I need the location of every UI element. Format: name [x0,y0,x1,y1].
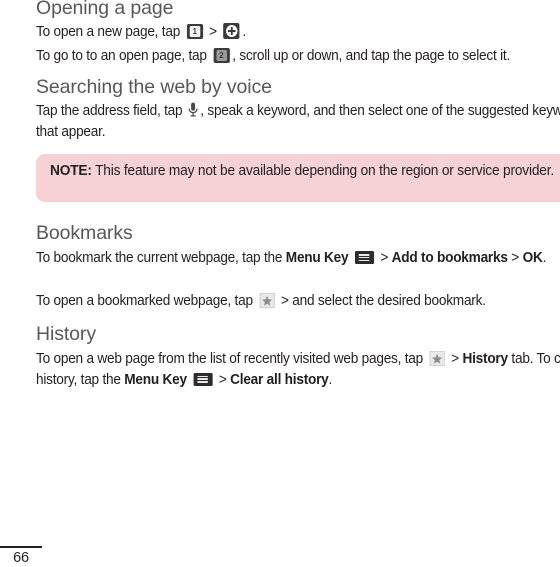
separator-gt-bm1: > [380,250,389,266]
separator-gt: > [209,24,217,40]
text-open-bookmarked-b: and select the desired bookmark. [292,293,486,309]
text-goto-open-page-a: To go to to an open page, tap [36,48,207,64]
heading-searching-the-web-by-voice: Searching the web by voice [36,76,272,98]
manual-page: Opening a page To open a new page, tap 1… [0,0,560,567]
separator-gt-bm3: > [280,293,289,309]
label-menu-key: Menu Key [285,250,349,266]
heading-bookmarks: Bookmarks [36,222,133,244]
text-open-bookmarked-a: To open a bookmarked webpage, tap [36,293,253,309]
tab-count-label: 1 [189,26,200,37]
text-open-new-page-a: To open a new page, tap [36,24,181,40]
note-label: NOTE: [50,163,92,179]
new-page-plus-glyph [225,25,238,37]
text-history-end: . [328,371,333,388]
footer-divider [0,546,42,548]
paragraph-voice-search: Tap the address field, tap , speak a key… [36,101,560,142]
note-body: This feature may not be available depend… [95,163,554,179]
tab-count-label-two: 2 [216,50,227,61]
text-bookmark-current-end: . [542,250,547,266]
heading-history: History [36,323,96,345]
menu-key-icon-history [193,372,213,386]
tab-count-icon-two: 2 [213,48,230,63]
microphone-icon [188,102,198,117]
label-add-to-bookmarks: Add to bookmarks [391,250,508,266]
paragraph-goto-open-page: To go to to an open page, tap 2 , scroll… [36,46,560,67]
paragraph-open-new-page: To open a new page, tap 1 > . [36,22,560,43]
star-icon [259,293,275,308]
text-open-new-page-b: . [242,24,247,40]
heading-opening-a-page: Opening a page [36,0,174,19]
label-history-tab: History [462,351,508,367]
note-text: NOTE: This feature may not be available … [50,161,560,182]
new-page-icon [223,23,240,39]
note-callout: NOTE: This feature may not be available … [36,154,560,202]
separator-gt-h1: > [451,351,459,367]
star-icon-history [429,351,445,366]
label-ok: OK [522,250,543,266]
page-number: 66 [13,550,29,566]
text-goto-open-page-b: , scroll up or down, and tap the page to… [232,48,511,64]
text-bookmark-current-a: To bookmark the current webpage, tap the [36,250,283,266]
separator-gt-bm2: > [511,250,520,266]
label-clear-all-history: Clear all history [230,371,329,388]
tab-count-icon: 1 [186,24,203,39]
text-voice-search-a: Tap the address field, tap [36,103,183,119]
paragraph-bookmark-current: To bookmark the current webpage, tap the… [36,248,560,269]
paragraph-open-bookmarked: To open a bookmarked webpage, tap > and … [36,291,560,312]
label-menu-key-history: Menu Key [124,371,187,388]
paragraph-history: To open a web page from the list of rece… [36,349,560,390]
menu-key-icon [354,251,374,264]
separator-gt-h2: > [218,371,227,388]
text-history-a: To open a web page from the list of rece… [36,351,424,367]
